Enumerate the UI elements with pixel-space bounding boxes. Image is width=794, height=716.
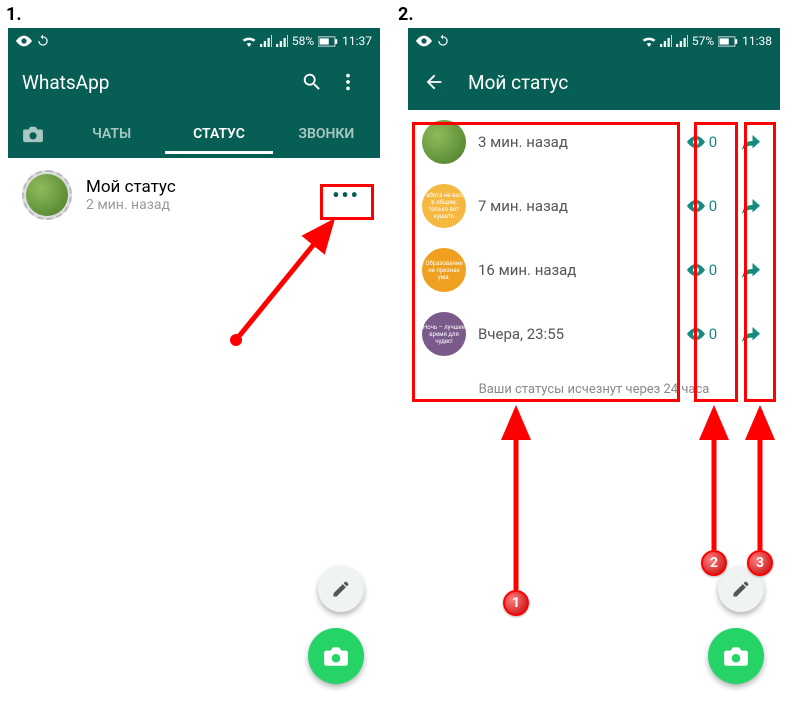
clock-time: 11:37 [342,34,372,48]
status-title: Мой статус [86,177,312,197]
annotation-box [412,122,680,402]
eye-icon [16,35,32,47]
camera-fab[interactable] [708,628,764,684]
camera-tab-icon[interactable] [8,125,58,143]
annotation-box [694,122,738,402]
sync-icon [436,34,450,48]
tab-chats[interactable]: ЧАТЫ [58,114,165,154]
back-icon[interactable] [416,64,452,100]
status-time: 2 мин. назад [86,197,312,213]
more-icon[interactable] [330,64,366,100]
annotation-badge-1: 1 [503,590,529,616]
tab-calls[interactable]: ЗВОНКИ [273,114,380,154]
panel-label-1: 1. [6,4,22,25]
signal-icon-2 [276,35,288,47]
android-status-bar: 57% 11:38 [408,28,780,54]
edit-fab[interactable] [318,566,364,612]
annotation-box [744,122,776,402]
status-avatar [22,170,72,220]
battery-percent: 58% [292,34,314,48]
tab-bar: ЧАТЫ СТАТУС ЗВОНКИ [8,110,380,158]
eye-icon [416,35,432,47]
camera-fab[interactable] [308,628,364,684]
app-bar: Мой статус [408,54,780,110]
tab-status[interactable]: СТАТУС [165,114,272,154]
signal-icon [260,35,272,47]
battery-percent: 57% [692,34,714,48]
phone-screen-1: 58% 11:37 WhatsApp ЧАТЫ СТАТУС ЗВОНКИ [8,28,380,708]
app-bar: WhatsApp [8,54,380,110]
panel-label-2: 2. [398,4,414,25]
search-icon[interactable] [294,64,330,100]
sync-icon [36,34,50,48]
annotation-badge-2: 2 [701,550,727,576]
app-title: WhatsApp [22,71,294,94]
battery-icon [318,36,338,47]
wifi-icon [242,35,256,47]
battery-icon [718,36,738,47]
signal-icon [660,35,672,47]
signal-icon-2 [676,35,688,47]
android-status-bar: 58% 11:37 [8,28,380,54]
clock-time: 11:38 [742,34,772,48]
wifi-icon [642,35,656,47]
annotation-box [320,184,374,220]
annotation-badge-3: 3 [747,550,773,576]
page-title: Мой статус [468,71,766,94]
